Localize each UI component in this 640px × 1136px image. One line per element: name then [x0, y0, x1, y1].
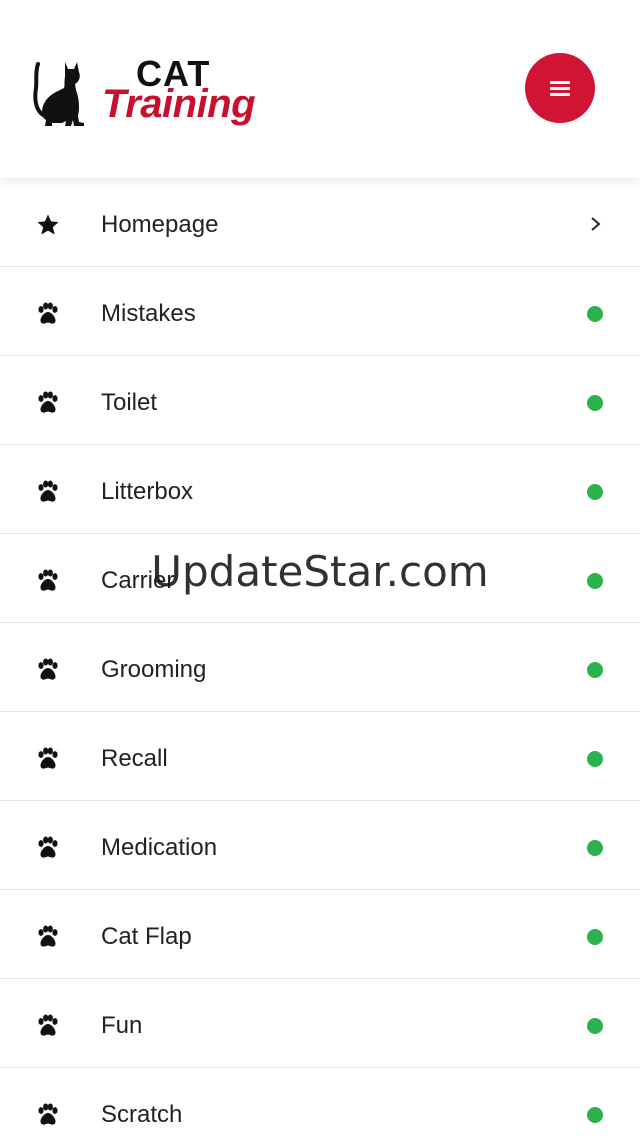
app-screen: CAT Training Homepage Mistakes Toilet Li…	[0, 0, 640, 1136]
paw-icon	[36, 302, 60, 326]
paw-icon	[36, 925, 60, 949]
nav-item-medication[interactable]: Medication	[0, 801, 640, 890]
nav-item-toilet[interactable]: Toilet	[0, 356, 640, 445]
paw-icon	[36, 569, 60, 593]
nav-item-carrier[interactable]: Carrier	[0, 534, 640, 623]
paw-icon	[36, 658, 60, 682]
nav-item-label: Mistakes	[101, 300, 196, 327]
nav-item-mistakes[interactable]: Mistakes	[0, 267, 640, 356]
paw-icon	[36, 1014, 60, 1038]
menu-button[interactable]	[525, 53, 595, 123]
logo-text-training: Training	[102, 82, 256, 126]
status-dot	[587, 395, 603, 411]
status-dot	[587, 929, 603, 945]
nav-item-label: Cat Flap	[101, 923, 192, 950]
nav-menu: Homepage Mistakes Toilet Litterbox Carri…	[0, 178, 640, 1136]
paw-icon	[36, 480, 60, 504]
status-dot	[587, 573, 603, 589]
paw-icon	[36, 836, 60, 860]
paw-icon	[36, 1103, 60, 1127]
nav-item-litterbox[interactable]: Litterbox	[0, 445, 640, 534]
nav-item-recall[interactable]: Recall	[0, 712, 640, 801]
chevron-right-icon	[590, 216, 602, 232]
status-dot	[587, 751, 603, 767]
nav-item-scratch[interactable]: Scratch	[0, 1068, 640, 1136]
nav-item-label: Recall	[101, 745, 168, 772]
nav-item-grooming[interactable]: Grooming	[0, 623, 640, 712]
nav-item-homepage[interactable]: Homepage	[0, 178, 640, 267]
nav-item-label: Carrier	[101, 567, 175, 594]
status-dot	[587, 1107, 603, 1123]
nav-item-cat-flap[interactable]: Cat Flap	[0, 890, 640, 979]
star-icon	[36, 213, 60, 237]
nav-item-label: Homepage	[101, 211, 219, 238]
hamburger-icon	[550, 81, 570, 96]
nav-item-label: Toilet	[101, 389, 158, 416]
nav-item-fun[interactable]: Fun	[0, 979, 640, 1068]
status-dot	[587, 840, 603, 856]
app-header: CAT Training	[0, 0, 640, 178]
cat-training-logo[interactable]: CAT Training	[32, 56, 288, 128]
nav-item-label: Scratch	[101, 1101, 183, 1128]
nav-item-label: Grooming	[101, 656, 207, 683]
nav-item-label: Litterbox	[101, 478, 194, 505]
cat-silhouette-icon	[32, 60, 90, 126]
nav-item-label: Fun	[101, 1012, 143, 1039]
paw-icon	[36, 747, 60, 771]
paw-icon	[36, 391, 60, 415]
status-dot	[587, 484, 603, 500]
status-dot	[587, 662, 603, 678]
nav-item-label: Medication	[101, 834, 218, 861]
status-dot	[587, 306, 603, 322]
status-dot	[587, 1018, 603, 1034]
